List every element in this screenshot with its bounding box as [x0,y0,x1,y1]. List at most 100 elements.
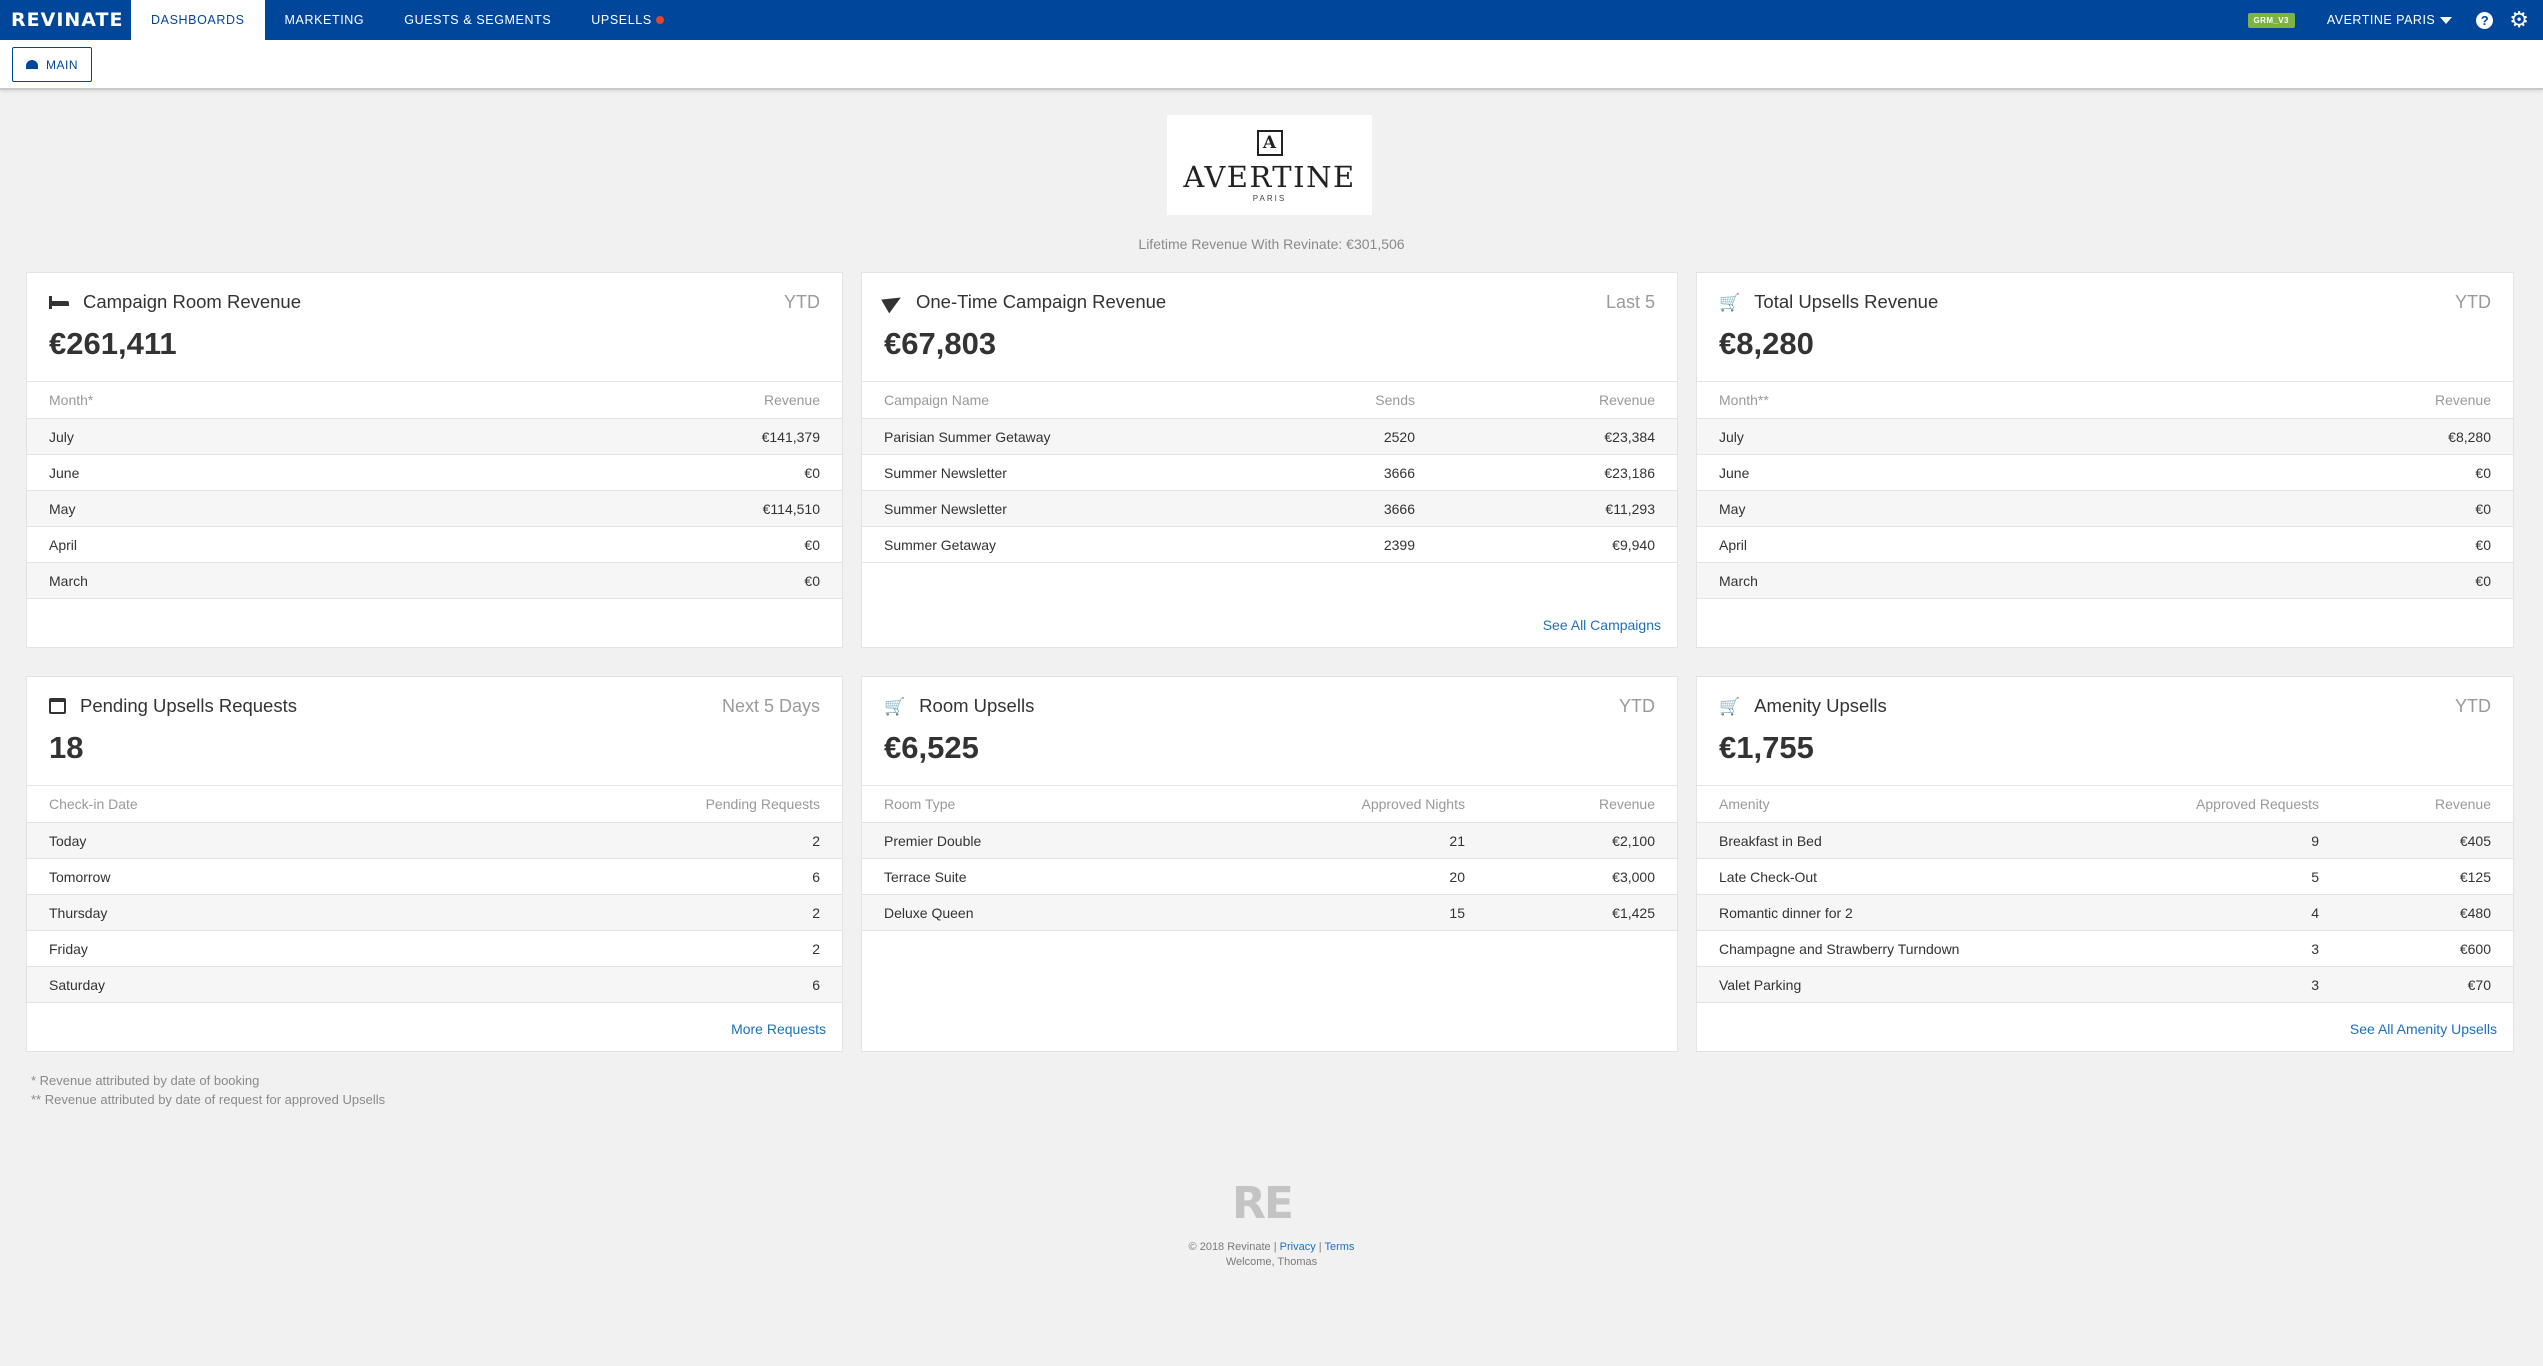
column-header: Check-in Date [27,785,399,823]
table-cell: 3666 [1237,490,1437,527]
table-cell: Breakfast in Bed [1697,822,2081,859]
column-header: Revenue [2341,785,2513,823]
column-header: Approved Requests [2081,785,2341,823]
pending-upsells-requests-card: Pending Upsells Requests Next 5 Days 18 … [26,676,843,1052]
card-title-text: Total Upsells Revenue [1754,291,1939,312]
table-cell: 3 [2081,930,2341,967]
env-badge: GRM_V3 [2247,12,2295,28]
notification-dot-icon [655,16,664,24]
privacy-link[interactable]: Privacy [1280,1241,1316,1253]
card-period: YTD [2455,696,2491,716]
card-value: €6,525 [884,730,979,765]
card-value: €67,803 [884,326,997,361]
table-row: May €114,510 [27,490,842,527]
table-row: Summer Newsletter 3666 €11,293 [862,490,1677,527]
column-header: Revenue [404,381,842,419]
table-row: July €141,379 [27,418,842,455]
table-cell: July [27,418,405,455]
total-upsells-revenue-card: 🛒 Total Upsells Revenue YTD €8,280 Month*… [1696,272,2514,648]
footer-separator: | [1318,1241,1322,1253]
card-period: YTD [1619,696,1655,716]
table-row: Parisian Summer Getaway 2520 €23,384 [862,418,1677,455]
table-cell: 2520 [1237,418,1437,455]
gear-icon[interactable]: ⚙ [2509,9,2529,31]
table-row: March €0 [27,562,842,599]
column-header: Amenity [1697,785,2081,823]
table-cell: Tomorrow [27,858,399,895]
table-cell: Champagne and Strawberry Turndown [1697,930,2081,967]
brand-logo[interactable]: REVINATE [0,9,131,31]
table-row: April €0 [27,526,842,563]
table-cell: Saturday [27,966,399,1003]
table-row: Terrace Suite 20 €3,000 [862,858,1677,895]
dashboard-icon [26,60,38,69]
table-cell: Deluxe Queen [862,894,1227,931]
table-cell: 2 [398,894,842,931]
table-cell: €23,186 [1437,454,1677,491]
card-title: One-Time Campaign Revenue [881,290,1166,314]
see-all-campaigns-link[interactable]: See All Campaigns [1543,617,1661,633]
table-cell: 6 [398,858,842,895]
table-cell: €0 [404,562,842,599]
table-cell: July [1697,418,2092,455]
hotel-selector[interactable]: AVERTINE PARIS [2327,13,2453,27]
table-row: June €0 [1697,454,2513,491]
one-time-campaign-table: Campaign Name Sends Revenue Parisian Sum… [862,381,1677,563]
table-cell: June [1697,454,2092,491]
pending-requests-table: Check-in Date Pending Requests Today 2 To… [27,785,842,1003]
more-requests-link[interactable]: More Requests [731,1021,826,1037]
main-dashboard-button[interactable]: MAIN [12,47,92,82]
table-row: Today 2 [27,822,842,859]
table-row: Thursday 2 [27,894,842,931]
table-cell: €600 [2341,930,2513,967]
tab-marketing[interactable]: MARKETING [265,0,385,40]
table-cell: Parisian Summer Getaway [862,418,1237,455]
column-header: Month* [27,381,405,419]
table-cell: 20 [1227,858,1487,895]
column-header: Revenue [1437,381,1677,419]
tab-guests-segments[interactable]: GUESTS & SEGMENTS [384,0,571,40]
hotel-logo-name: AVERTINE [1183,160,1356,194]
calendar-icon [49,698,66,714]
lifetime-revenue: Lifetime Revenue With Revinate: €301,506 [1138,236,1405,252]
terms-link[interactable]: Terms [1324,1241,1354,1253]
see-all-amenity-upsells-link[interactable]: See All Amenity Upsells [2350,1021,2497,1037]
table-row: Romantic dinner for 2 4 €480 [1697,894,2513,931]
table-cell: Romantic dinner for 2 [1697,894,2081,931]
table-cell: Valet Parking [1697,966,2081,1003]
table-cell: 9 [2081,822,2341,859]
card-title: 🛒 Total Upsells Revenue [1719,291,1938,313]
tab-upsells[interactable]: UPSELLS [571,0,683,40]
hotel-logo-sub: PARIS [1252,194,1287,203]
table-row: March €0 [1697,562,2513,599]
table-cell: €3,000 [1487,858,1677,895]
footnote: ** Revenue attributed by date of request… [31,1092,386,1107]
help-icon[interactable]: ? [2476,11,2494,29]
table-row: May €0 [1697,490,2513,527]
revinate-footer-logo: RE [1232,1178,1294,1229]
table-row: Friday 2 [27,930,842,967]
table-cell: €480 [2341,894,2513,931]
table-cell: 2399 [1237,526,1437,563]
table-cell: Summer Newsletter [862,490,1237,527]
tab-dashboards[interactable]: DASHBOARDS [131,0,265,40]
table-cell: 21 [1227,822,1487,859]
campaign-room-revenue-card: Campaign Room Revenue YTD €261,411 Month… [26,272,843,648]
table-cell: April [27,526,405,563]
table-cell: €125 [2341,858,2513,895]
column-header: Revenue [2091,381,2513,419]
table-cell: Premier Double [862,822,1227,859]
table-cell: 2 [398,930,842,967]
table-cell: March [27,562,405,599]
hotel-logo-mark: A [1256,130,1283,156]
table-row: Saturday 6 [27,966,842,1003]
column-header: Pending Requests [398,785,842,823]
column-header: Month** [1697,381,2092,419]
table-cell: €114,510 [404,490,842,527]
nav-right: GRM_V3 AVERTINE PARIS ? ⚙ [2247,0,2543,40]
main-button-label: MAIN [46,57,78,72]
table-cell: March [1697,562,2092,599]
table-cell: Summer Newsletter [862,454,1237,491]
table-cell: Today [27,822,399,859]
table-cell: 15 [1227,894,1487,931]
